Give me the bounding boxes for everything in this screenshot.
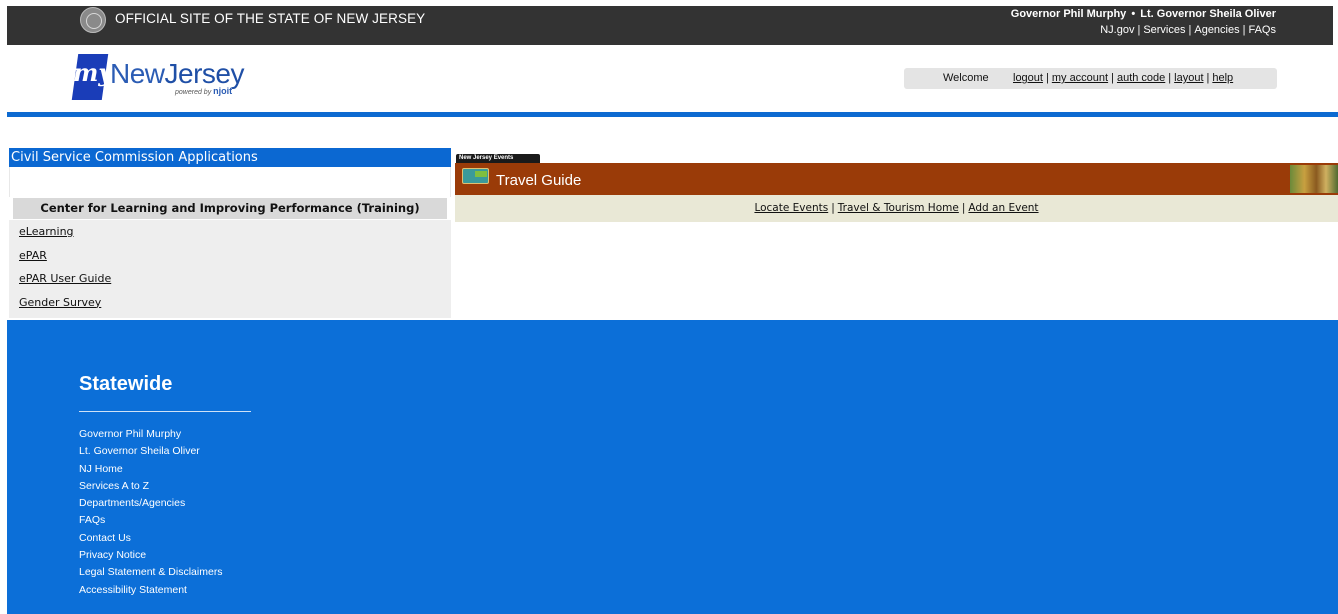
list-item: Lt. Governor Sheila Oliver xyxy=(79,443,223,460)
travel-icon-flag xyxy=(475,171,487,177)
statewide-heading: Statewide xyxy=(79,373,173,395)
training-app-list: eLearning ePAR ePAR User Guide Gender Su… xyxy=(9,220,451,318)
agencies-link[interactable]: Agencies xyxy=(1194,24,1239,36)
gender-survey-link[interactable]: Gender Survey xyxy=(19,296,101,309)
footer-governor-link[interactable]: Governor Phil Murphy xyxy=(79,428,181,440)
list-item: Departments/Agencies xyxy=(79,495,223,512)
logo-new: New xyxy=(110,58,165,89)
footer-nj-home-link[interactable]: NJ Home xyxy=(79,463,123,475)
footer-divider xyxy=(79,411,251,412)
list-item: Contact Us xyxy=(79,530,223,547)
travel-photo-image xyxy=(1290,165,1338,193)
logo-jersey: Jersey xyxy=(164,58,245,89)
list-item: eLearning xyxy=(9,220,451,244)
logo-my-text: my xyxy=(73,58,113,87)
footer-contact-link[interactable]: Contact Us xyxy=(79,532,131,544)
faqs-link[interactable]: FAQs xyxy=(1248,24,1276,36)
travel-tourism-home-link[interactable]: Travel & Tourism Home xyxy=(838,202,959,214)
footer-departments-link[interactable]: Departments/Agencies xyxy=(79,497,185,509)
footer-faqs-link[interactable]: FAQs xyxy=(79,514,105,526)
travel-guide-title: Travel Guide xyxy=(496,172,582,189)
governor-link[interactable]: Governor Phil Murphy xyxy=(1011,8,1127,20)
travel-guide-bar: Travel Guide xyxy=(455,163,1338,195)
applications-panel-title: Civil Service Commission Applications xyxy=(9,148,451,167)
pipe-separator: | xyxy=(961,202,966,214)
logout-link[interactable]: logout xyxy=(1013,72,1043,84)
powered-by-text: powered by xyxy=(175,89,212,96)
list-item: Privacy Notice xyxy=(79,547,223,564)
state-seal-icon xyxy=(80,7,106,33)
pipe-separator: | xyxy=(831,202,835,214)
list-item: Legal Statement & Disclaimers xyxy=(79,564,223,581)
list-item: Services A to Z xyxy=(79,478,223,495)
footer-privacy-link[interactable]: Privacy Notice xyxy=(79,549,146,561)
services-link[interactable]: Services xyxy=(1143,24,1185,36)
nj-gov-link[interactable]: NJ.gov xyxy=(1100,24,1134,36)
account-bar: Welcome logout | my account | auth code | layo… xyxy=(904,68,1277,89)
list-item: FAQs xyxy=(79,512,223,529)
pipe-separator: | xyxy=(1206,72,1210,84)
list-item: Gender Survey xyxy=(9,291,451,315)
governor-line: Governor Phil Murphy • Lt. Governor Shei… xyxy=(1011,8,1276,20)
pipe-separator: | xyxy=(1168,72,1172,84)
footer-lt-governor-link[interactable]: Lt. Governor Sheila Oliver xyxy=(79,445,200,457)
list-item: Accessibility Statement xyxy=(79,582,223,599)
pipe-separator: | xyxy=(1242,24,1246,36)
list-item: NJ Home xyxy=(79,461,223,478)
footer-accessibility-link[interactable]: Accessibility Statement xyxy=(79,584,187,596)
governor-separator: • xyxy=(1131,8,1136,20)
statewide-footer: Statewide Governor Phil Murphy Lt. Gover… xyxy=(7,320,1338,614)
list-item: ePAR xyxy=(9,244,451,268)
list-item: Governor Phil Murphy xyxy=(79,426,223,443)
my-account-link[interactable]: my account xyxy=(1052,72,1108,84)
logo-powered-by: powered by njoit xyxy=(175,86,232,96)
pipe-separator: | xyxy=(1188,24,1192,36)
top-links: NJ.gov | Services | Agencies | FAQs xyxy=(1100,24,1276,36)
header-divider xyxy=(7,112,1338,117)
list-item: ePAR User Guide xyxy=(9,267,451,291)
state-top-bar: OFFICIAL SITE OF THE STATE OF NEW JERSEY… xyxy=(7,6,1333,45)
welcome-text: Welcome xyxy=(943,72,989,84)
applications-panel-spacer xyxy=(9,167,451,197)
events-links-bar: Locate Events | Travel & Tourism Home | Add … xyxy=(455,195,1338,222)
epar-user-guide-link[interactable]: ePAR User Guide xyxy=(19,272,111,285)
epar-link[interactable]: ePAR xyxy=(19,249,47,262)
layout-link[interactable]: layout xyxy=(1174,72,1203,84)
footer-links: Governor Phil Murphy Lt. Governor Sheila… xyxy=(79,426,223,599)
travel-guide-icon xyxy=(462,168,489,184)
elearning-link[interactable]: eLearning xyxy=(19,225,74,238)
lt-governor-link[interactable]: Lt. Governor Sheila Oliver xyxy=(1140,8,1276,20)
njoit-text: njoit xyxy=(213,86,233,96)
footer-legal-link[interactable]: Legal Statement & Disclaimers xyxy=(79,566,223,578)
locate-events-link[interactable]: Locate Events xyxy=(754,202,828,214)
pipe-separator: | xyxy=(1111,72,1114,84)
official-site-label: OFFICIAL SITE OF THE STATE OF NEW JERSEY xyxy=(115,11,426,26)
account-links: logout | my account | auth code | layout | help xyxy=(1013,72,1233,84)
help-link[interactable]: help xyxy=(1212,72,1233,84)
new-jersey-events-tab[interactable]: New Jersey Events xyxy=(456,154,540,163)
footer-services-link[interactable]: Services A to Z xyxy=(79,480,149,492)
auth-code-link[interactable]: auth code xyxy=(1117,72,1165,84)
training-section-heading: Center for Learning and Improving Perfor… xyxy=(13,198,447,219)
add-event-link[interactable]: Add an Event xyxy=(968,202,1038,214)
pipe-separator: | xyxy=(1137,24,1141,36)
pipe-separator: | xyxy=(1045,72,1049,84)
